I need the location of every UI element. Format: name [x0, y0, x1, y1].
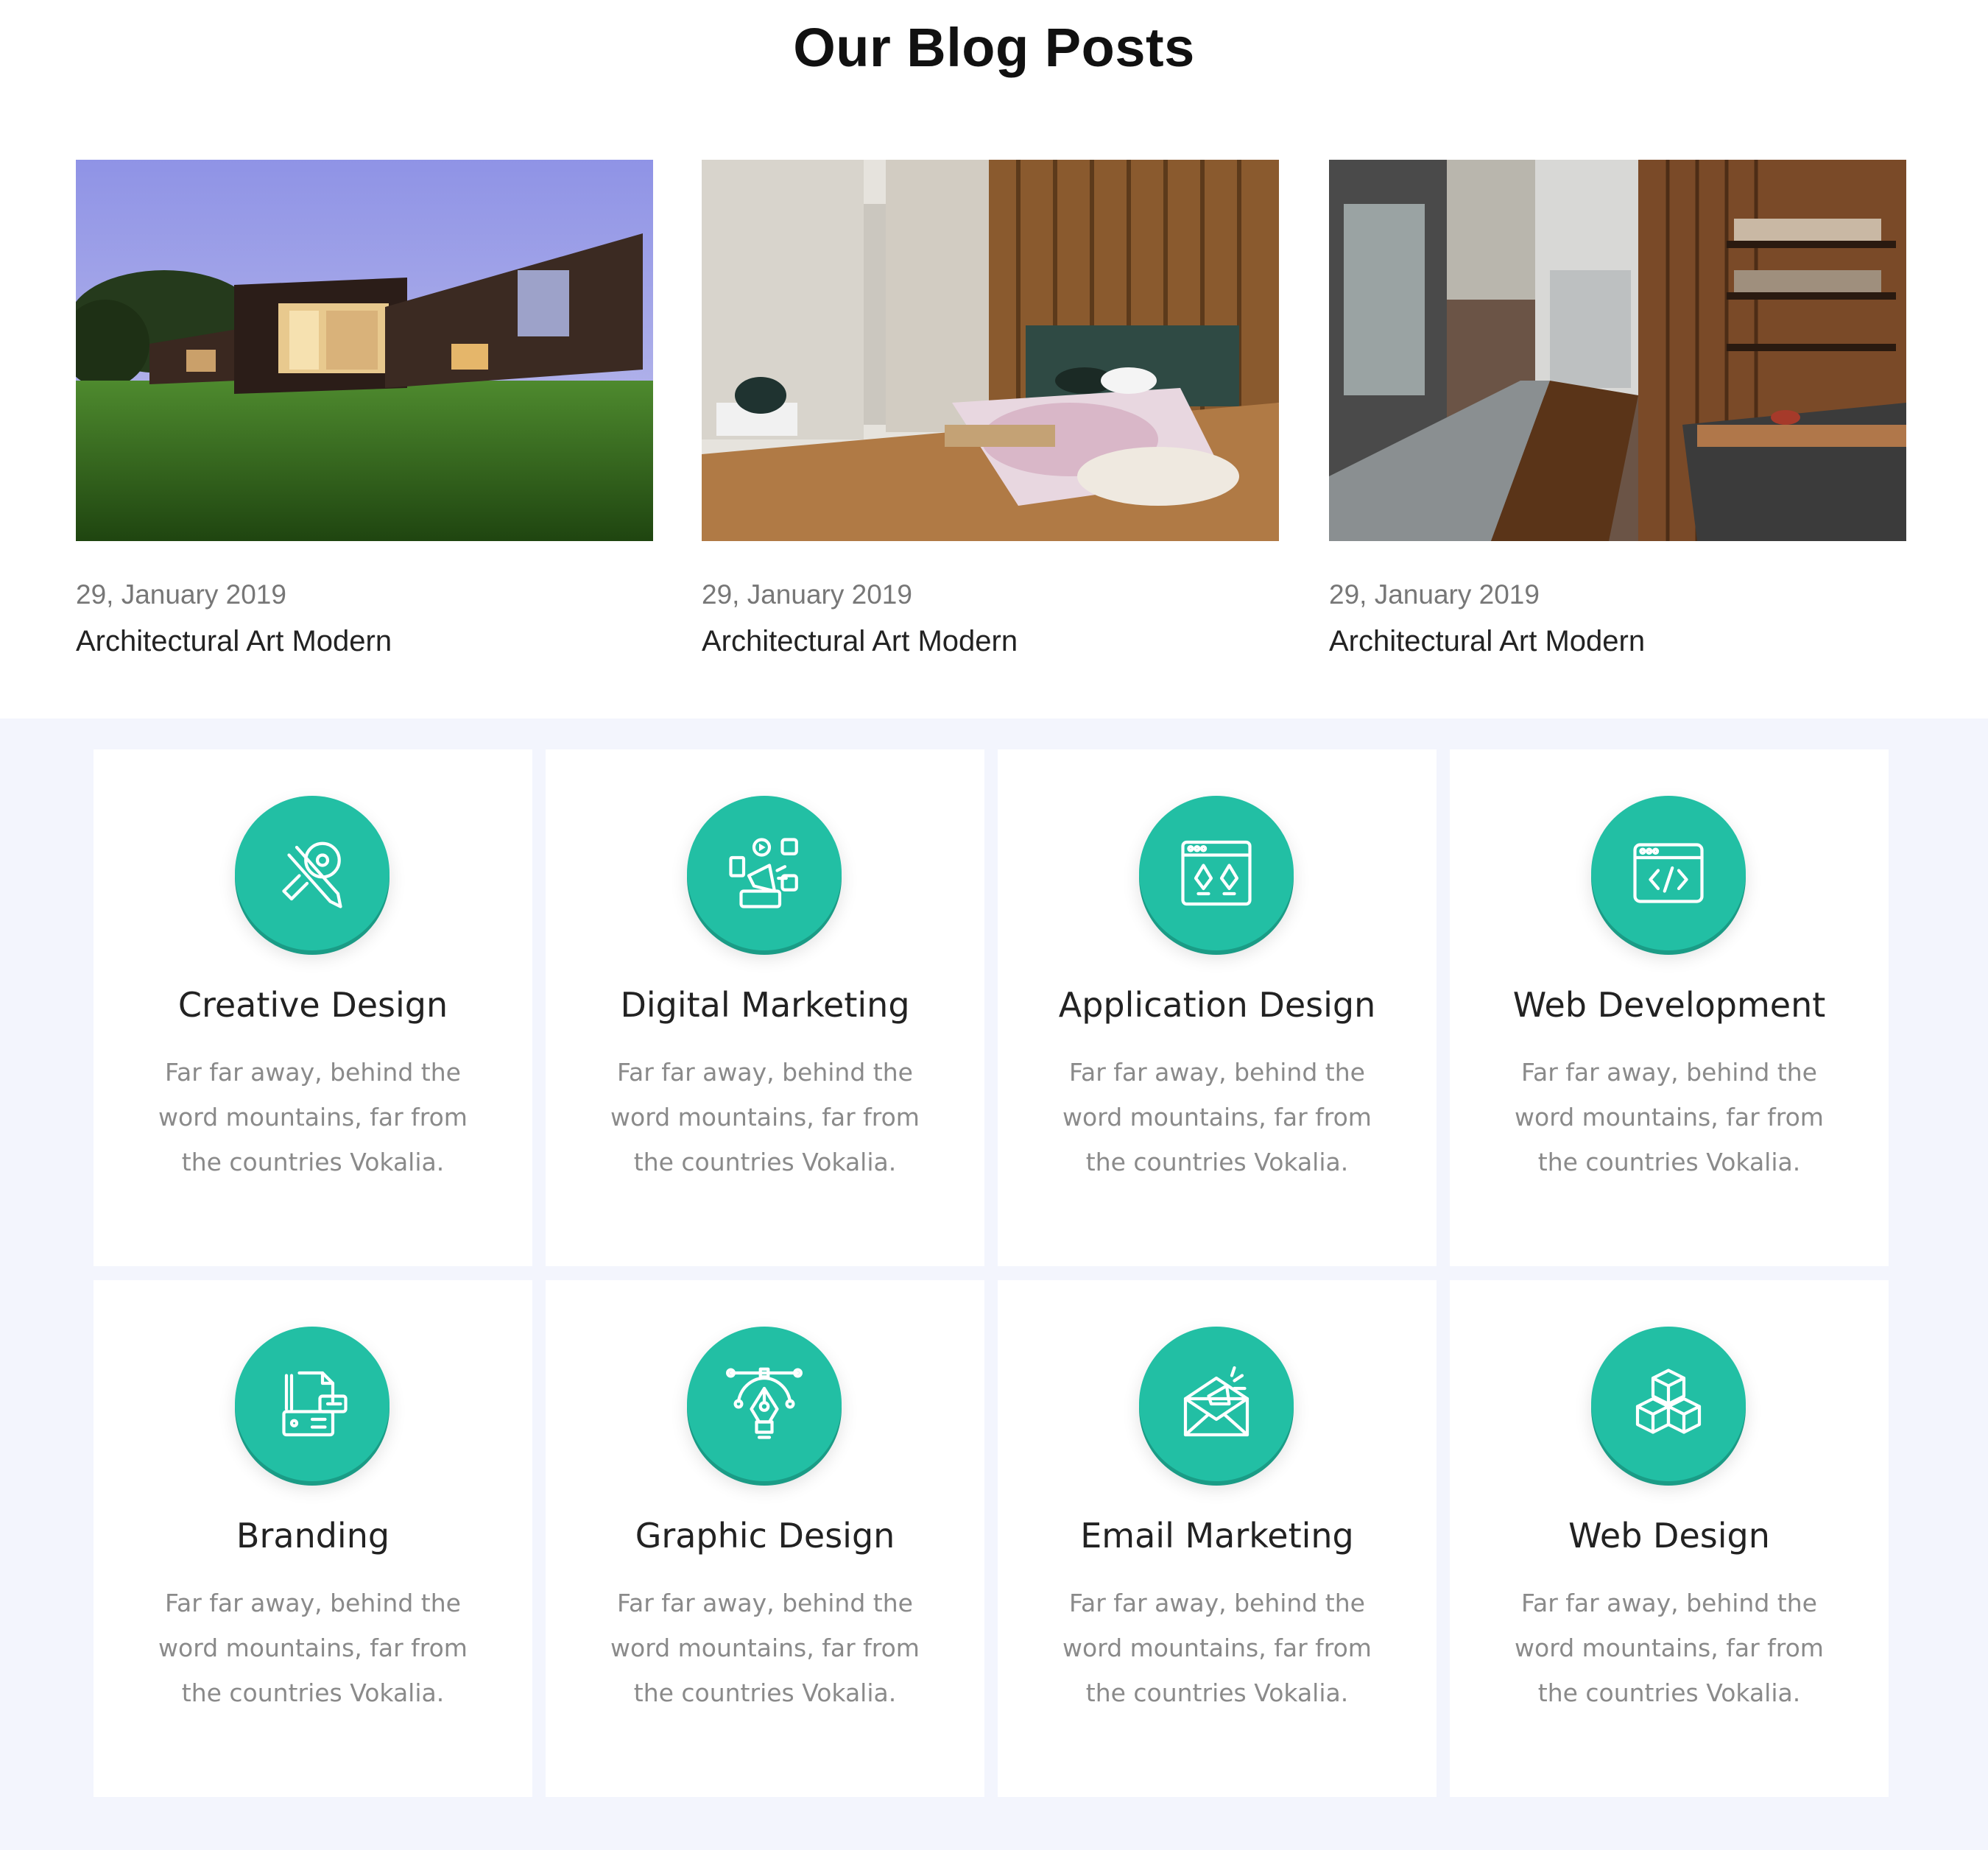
blog-section-title: Our Blog Posts [793, 17, 1195, 78]
service-description-line: word mountains, far from [1062, 1634, 1372, 1662]
service-card-application-design[interactable]: Application Design Far far away, behind … [998, 749, 1437, 1266]
service-description: Far far away, behind the word mountains,… [145, 1581, 481, 1715]
service-card-branding[interactable]: Branding Far far away, behind the word m… [94, 1280, 532, 1797]
megaphone-social-icon [687, 796, 842, 950]
service-card-web-design[interactable]: Web Design Far far away, behind the word… [1450, 1280, 1889, 1797]
service-description-line: word mountains, far from [610, 1634, 920, 1662]
blog-post-card[interactable]: 29, January 2019 Architectural Art Moder… [76, 160, 653, 658]
browser-code-icon [1591, 796, 1746, 950]
service-title: Application Design [1058, 985, 1376, 1025]
service-title: Web Development [1512, 985, 1826, 1025]
service-description-line: Far far away, behind the [617, 1589, 913, 1617]
service-description-line: word mountains, far from [1062, 1103, 1372, 1131]
service-description-line: Far far away, behind the [1521, 1058, 1817, 1087]
blog-post-image-house[interactable] [76, 160, 653, 541]
blog-section: Our Blog Posts 29, January 2019 Architec… [0, 0, 1988, 719]
service-description-line: Far far away, behind the [1521, 1589, 1817, 1617]
cubes-icon [1591, 1327, 1746, 1481]
service-description-line: the countries Vokalia. [181, 1678, 445, 1707]
service-description: Far far away, behind the word mountains,… [1049, 1581, 1385, 1715]
service-description-line: the countries Vokalia. [633, 1678, 897, 1707]
service-description: Far far away, behind the word mountains,… [1501, 1581, 1837, 1715]
stationery-icon [235, 1327, 390, 1481]
service-description-line: word mountains, far from [158, 1103, 468, 1131]
blog-post-image-kitchen[interactable] [1329, 160, 1906, 541]
service-title: Digital Marketing [620, 985, 910, 1025]
service-description-line: Far far away, behind the [1069, 1058, 1365, 1087]
service-card-web-development[interactable]: Web Development Far far away, behind the… [1450, 749, 1889, 1266]
blog-post-card[interactable]: 29, January 2019 Architectural Art Moder… [1329, 160, 1906, 658]
service-description: Far far away, behind the word mountains,… [597, 1581, 933, 1715]
service-description: Far far away, behind the word mountains,… [145, 1050, 481, 1185]
blog-post-date: 29, January 2019 [702, 579, 912, 610]
service-description-line: Far far away, behind the [165, 1058, 461, 1087]
service-description-line: Far far away, behind the [165, 1589, 461, 1617]
service-description-line: Far far away, behind the [617, 1058, 913, 1087]
blog-post-date: 29, January 2019 [1329, 579, 1540, 610]
blog-post-date: 29, January 2019 [76, 579, 286, 610]
service-description-line: word mountains, far from [1515, 1634, 1824, 1662]
service-description-line: word mountains, far from [610, 1103, 920, 1131]
blog-post-card[interactable]: 29, January 2019 Architectural Art Moder… [702, 160, 1279, 658]
services-section: Creative Design Far far away, behind the… [0, 719, 1988, 1850]
service-description-line: the countries Vokalia. [1085, 1148, 1349, 1176]
service-card-graphic-design[interactable]: Graphic Design Far far away, behind the … [546, 1280, 984, 1797]
service-description-line: Far far away, behind the [1069, 1589, 1365, 1617]
service-card-creative-design[interactable]: Creative Design Far far away, behind the… [94, 749, 532, 1266]
service-title: Creative Design [177, 985, 448, 1025]
pen-tool-bezier-icon [687, 1327, 842, 1481]
service-description-line: word mountains, far from [1515, 1103, 1824, 1131]
service-description-line: the countries Vokalia. [1537, 1148, 1801, 1176]
service-description: Far far away, behind the word mountains,… [1501, 1050, 1837, 1185]
service-title: Email Marketing [1080, 1516, 1354, 1556]
service-description: Far far away, behind the word mountains,… [1049, 1050, 1385, 1185]
service-title: Graphic Design [635, 1516, 895, 1556]
envelope-megaphone-icon [1139, 1327, 1294, 1481]
service-card-digital-marketing[interactable]: Digital Marketing Far far away, behind t… [546, 749, 984, 1266]
service-card-email-marketing[interactable]: Email Marketing Far far away, behind the… [998, 1280, 1437, 1797]
browser-pen-tools-icon [1139, 796, 1294, 950]
service-description-line: the countries Vokalia. [633, 1148, 897, 1176]
service-description: Far far away, behind the word mountains,… [597, 1050, 933, 1185]
service-title: Branding [236, 1516, 390, 1556]
service-description-line: the countries Vokalia. [1537, 1678, 1801, 1707]
blog-post-image-bedroom[interactable] [702, 160, 1279, 541]
blog-post-title-link[interactable]: Architectural Art Modern [1329, 625, 1906, 658]
service-description-line: word mountains, far from [158, 1634, 468, 1662]
blog-post-title-link[interactable]: Architectural Art Modern [76, 625, 653, 658]
service-description-line: the countries Vokalia. [1085, 1678, 1349, 1707]
service-title: Web Design [1568, 1516, 1770, 1556]
pencil-ruler-icon [235, 796, 390, 950]
service-description-line: the countries Vokalia. [181, 1148, 445, 1176]
blog-post-title-link[interactable]: Architectural Art Modern [702, 625, 1279, 658]
